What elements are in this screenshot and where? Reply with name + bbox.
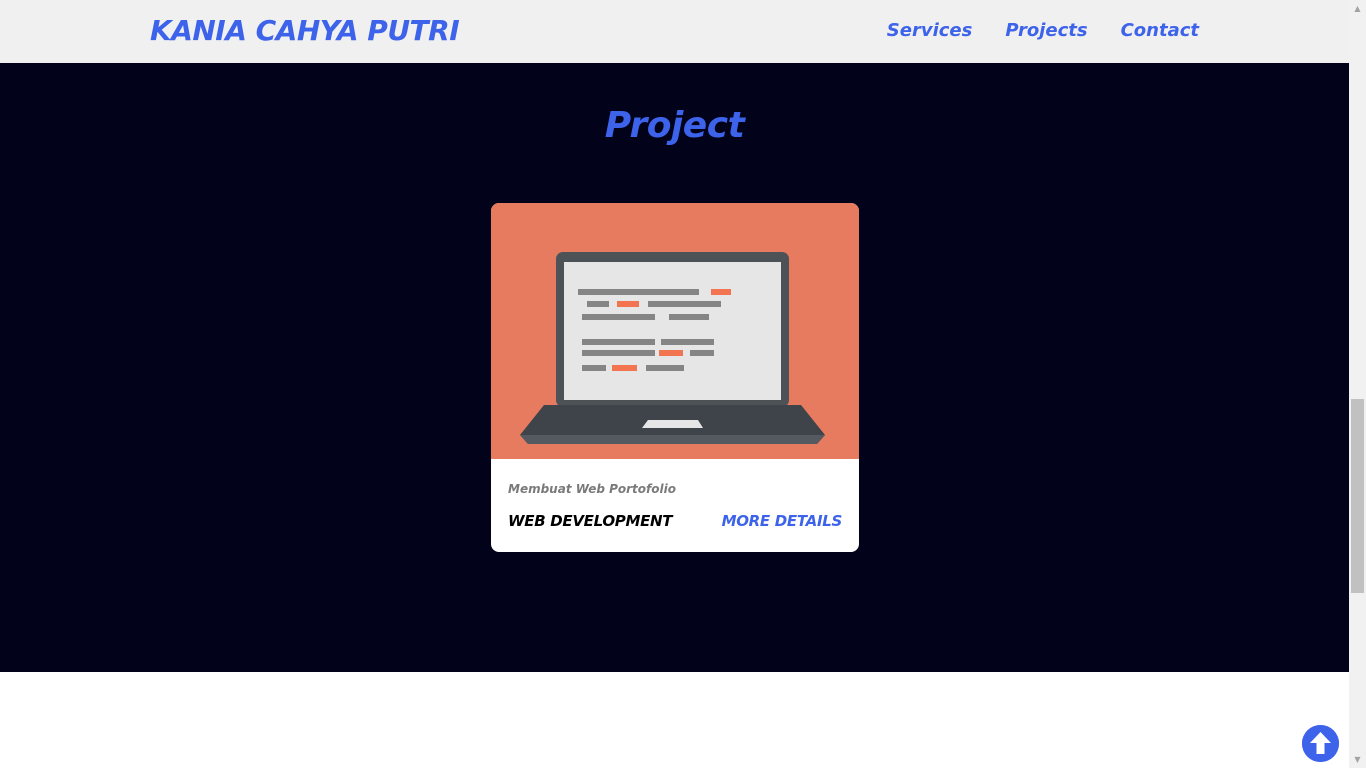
scroll-up-arrow-icon[interactable]: ▲ (1349, 0, 1366, 17)
project-card: Membuat Web Portofolio WEB DEVELOPMENT M… (491, 203, 859, 552)
scrollbar[interactable]: ▲ ▼ (1349, 0, 1366, 768)
navbar: KANIA CAHYA PUTRI Services Projects Cont… (0, 0, 1349, 63)
scroll-thumb[interactable] (1351, 399, 1364, 593)
nav-link-services[interactable]: Services (887, 20, 973, 41)
project-subtitle: Membuat Web Portofolio (508, 482, 676, 496)
nav-link-projects[interactable]: Projects (1005, 20, 1087, 41)
brand-logo[interactable]: KANIA CAHYA PUTRI (150, 14, 460, 47)
project-category: WEB DEVELOPMENT (508, 512, 673, 530)
arrow-up-icon (1302, 725, 1339, 762)
back-to-top-button[interactable] (1302, 725, 1339, 762)
more-details-link[interactable]: MORE DETAILS (722, 512, 843, 530)
card-body: Membuat Web Portofolio WEB DEVELOPMENT M… (491, 459, 859, 552)
section-title: Project (604, 105, 745, 146)
nav-links: Services Projects Contact (887, 20, 1199, 41)
scroll-down-arrow-icon[interactable]: ▼ (1349, 751, 1366, 768)
laptop-code-icon (491, 203, 859, 459)
nav-link-contact[interactable]: Contact (1121, 20, 1199, 41)
project-section: Project Membuat Web Portofolio WEB DEVEL… (0, 63, 1349, 672)
